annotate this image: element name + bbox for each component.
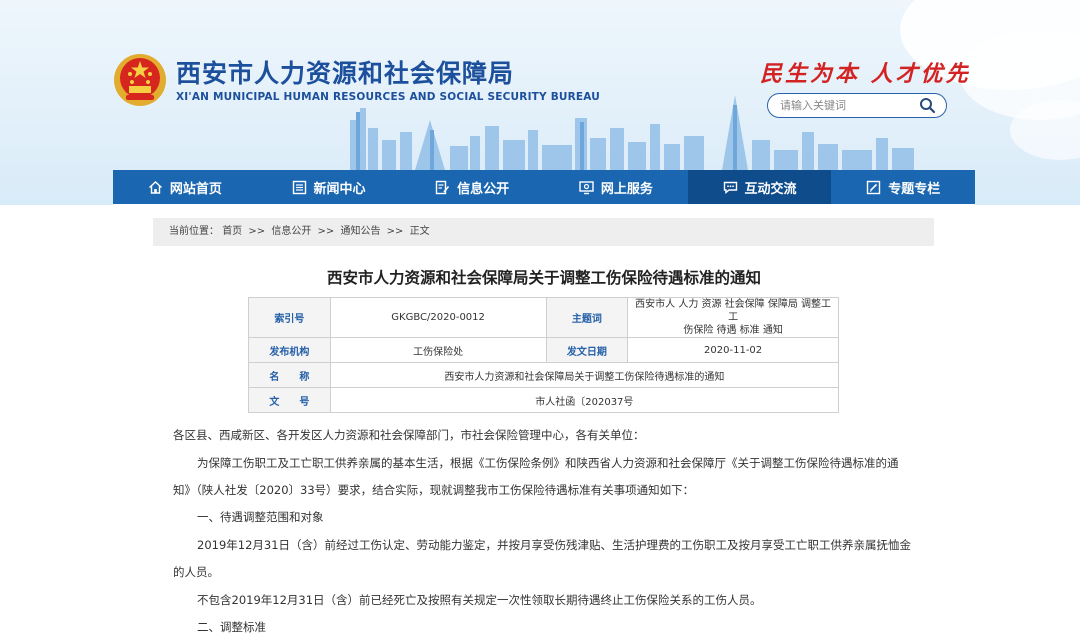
home-icon (148, 180, 162, 194)
breadcrumb-separator: >> (248, 226, 266, 237)
nav-item-label: 新闻中心 (313, 181, 366, 197)
breadcrumb-prefix: 当前位置： (169, 226, 219, 237)
breadcrumb-separator: >> (317, 226, 335, 237)
document-title: 西安市人力资源和社会保障局关于调整工伤保险待遇标准的通知 (326, 269, 761, 287)
meta-label-date: 发文日期 (545, 337, 629, 363)
table-row: 发布机构 工伤保险处 发文日期 2020-11-02 (248, 337, 839, 363)
meta-label-name: 名 称 (248, 362, 331, 388)
meta-label-index: 索引号 (248, 297, 331, 338)
nav-item-label: 专题专栏 (888, 181, 941, 197)
breadcrumb-link-notices[interactable]: 通知公告 (340, 218, 380, 246)
table-row: 索引号 GKGBC/2020-0012 主题词 西安市人 人力 资源 社会保障 … (248, 297, 839, 338)
monitor-icon (579, 180, 594, 194)
paragraph: 的人员。 (173, 565, 219, 579)
meta-value-index: GKGBC/2020-0012 (329, 297, 547, 338)
paragraph: 不包含2019年12月31日（含）前已经死亡及按照有关规定一次性领取长期待遇终止… (197, 593, 762, 607)
site-subtitle: XI'AN MUNICIPAL HUMAN RESOURCES AND SOCI… (176, 91, 601, 103)
paragraph: 知》（陕人社发〔2020〕33号）要求，结合实际，现就调整我市工伤保险待遇标准有… (173, 483, 695, 497)
table-row: 名 称 西安市人力资源和社会保障局关于调整工伤保险待遇标准的通知 (248, 362, 840, 388)
meta-value-subject: 西安市人 人力 资源 社会保障 保障局 调整工 工 伤保险 待遇 标准 通知 (627, 297, 839, 338)
nav-item-label: 信息公开 (457, 181, 510, 197)
breadcrumb-link-home[interactable]: 首页 (222, 218, 242, 246)
meta-value-subject-line: 西安市人 人力 资源 社会保障 保障局 调整工 工 (635, 299, 832, 323)
meta-value-name: 西安市人力资源和社会保障局关于调整工伤保险待遇标准的通知 (329, 362, 840, 388)
meta-label-docno: 文 号 (248, 387, 331, 413)
meta-label-subject: 主题词 (545, 297, 629, 338)
nav-item-topics[interactable]: 专题专栏 (831, 170, 975, 204)
site-title: 西安市人力资源和社会保障局 (176, 59, 515, 88)
nav-item-online-service[interactable]: 网上服务 (544, 170, 688, 204)
search-input[interactable] (780, 97, 910, 113)
nav-item-interaction[interactable]: 互动交流 (687, 170, 832, 204)
meta-value-date: 2020-11-02 (627, 337, 839, 363)
breadcrumb: 当前位置： 首页 >> 信息公开 >> 通知公告 >> 正文 (153, 218, 934, 246)
nav-item-home[interactable]: 网站首页 (113, 170, 257, 204)
breadcrumb-link-info-public[interactable]: 信息公开 (271, 218, 311, 246)
nav-item-label: 网上服务 (600, 181, 653, 197)
chat-icon (723, 181, 737, 194)
meta-value-subject-line: 伤保险 待遇 标准 通知 (683, 325, 783, 336)
search-icon[interactable] (919, 97, 936, 114)
search-box (767, 93, 947, 118)
slogan: 民生为本 人才优先 (760, 61, 971, 87)
document-meta-table: 索引号 GKGBC/2020-0012 主题词 西安市人 人力 资源 社会保障 … (248, 297, 840, 413)
meta-value-docno: 市人社函〔202037号 (329, 387, 840, 413)
main-nav: 网站首页 新闻中心 信息公开 网上服务 互动交流 专题专栏 (113, 170, 975, 204)
main-content: 当前位置： 首页 >> 信息公开 >> 通知公告 >> 正文 西安市人力资源和社… (113, 204, 975, 634)
nav-item-label: 互动交流 (744, 181, 797, 197)
nav-item-info-public[interactable]: 信息公开 (400, 170, 544, 204)
paragraph: 各区县、西咸新区、各开发区人力资源和社会保障部门，市社会保险管理中心，各有关单位… (173, 428, 645, 442)
breadcrumb-separator: >> (386, 226, 404, 237)
paragraph: 二、调整标准 (197, 620, 266, 634)
meta-label-issuer: 发布机构 (248, 337, 331, 363)
paragraph: 2019年12月31日（含）前经过工伤认定、劳动能力鉴定，并按月享受伤残津贴、生… (197, 538, 912, 552)
breadcrumb-current: 正文 (409, 226, 430, 237)
national-emblem-logo (114, 54, 166, 106)
topic-icon (866, 180, 881, 194)
nav-item-label: 网站首页 (169, 181, 222, 197)
info-edit-icon (435, 180, 450, 194)
meta-value-issuer: 工伤保险处 (329, 337, 547, 363)
paragraph: 一、待遇调整范围和对象 (197, 510, 324, 524)
table-row: 文 号 市人社函〔202037号 (248, 387, 840, 413)
nav-item-news[interactable]: 新闻中心 (257, 170, 401, 204)
paragraph: 为保障工伤职工及工亡职工供养亲属的基本生活，根据《工伤保险条例》和陕西省人力资源… (197, 456, 899, 470)
news-icon (292, 180, 306, 194)
